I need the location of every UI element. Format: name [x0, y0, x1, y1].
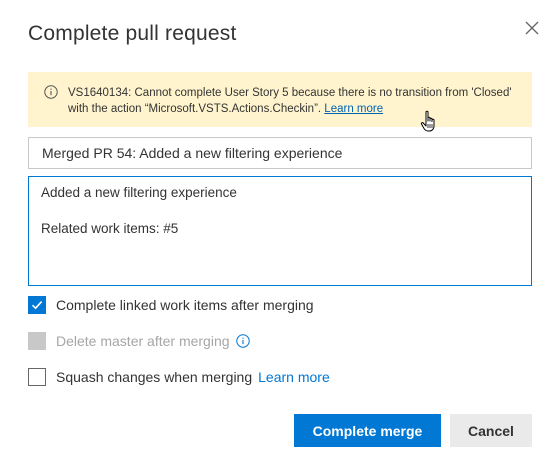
- complete-work-items-checkbox[interactable]: [28, 296, 46, 314]
- checkmark-icon: [31, 301, 43, 310]
- squash-learn-more-link[interactable]: Learn more: [258, 369, 330, 385]
- complete-work-items-label: Complete linked work items after merging: [56, 297, 314, 313]
- squash-label: Squash changes when merging: [56, 369, 253, 385]
- close-icon: [525, 21, 539, 35]
- squash-option: Squash changes when merging Learn more: [28, 367, 330, 387]
- close-button[interactable]: [522, 18, 542, 38]
- delete-branch-checkbox: [28, 332, 46, 350]
- info-icon: [44, 85, 58, 99]
- delete-branch-label: Delete master after merging: [56, 333, 230, 349]
- squash-checkbox[interactable]: [28, 368, 46, 386]
- info-icon[interactable]: [235, 334, 250, 348]
- warning-banner: VS1640134: Cannot complete User Story 5 …: [28, 72, 532, 127]
- complete-pull-request-dialog: Complete pull request VS1640134: Cannot …: [0, 0, 560, 466]
- dialog-title: Complete pull request: [28, 22, 237, 45]
- pr-description-input[interactable]: Added a new filtering experience Related…: [28, 176, 532, 286]
- warning-text: VS1640134: Cannot complete User Story 5 …: [68, 87, 512, 115]
- warning-learn-more-link[interactable]: Learn more: [324, 103, 383, 115]
- pr-title-input[interactable]: [28, 137, 532, 169]
- complete-merge-button[interactable]: Complete merge: [294, 414, 441, 447]
- complete-work-items-option: Complete linked work items after merging: [28, 295, 314, 315]
- cancel-button[interactable]: Cancel: [450, 414, 532, 447]
- delete-branch-option: Delete master after merging: [28, 331, 250, 351]
- warning-message: VS1640134: Cannot complete User Story 5 …: [68, 85, 518, 117]
